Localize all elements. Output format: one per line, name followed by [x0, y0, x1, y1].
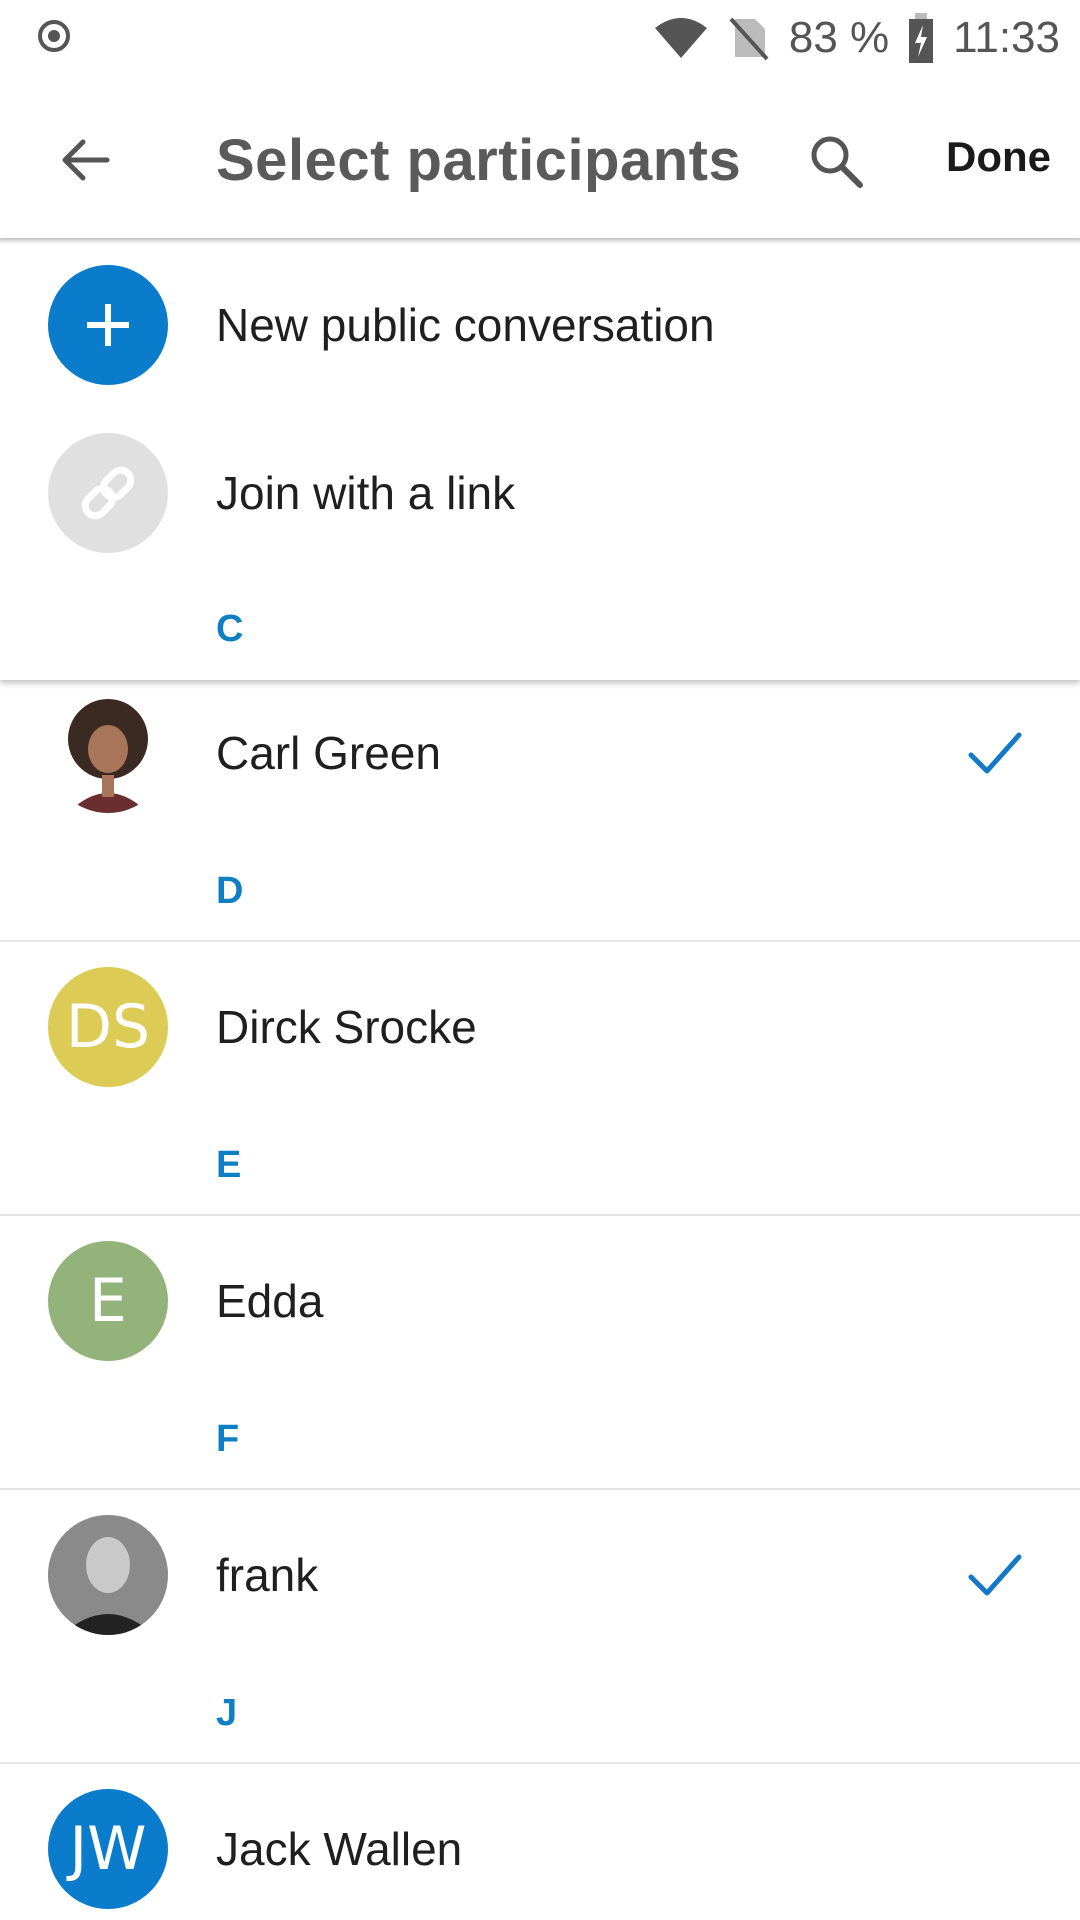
contact-name: Dirck Srocke: [216, 1001, 477, 1053]
row-label: New public conversation: [216, 299, 715, 351]
contact-row[interactable]: DS Dirck Srocke: [0, 957, 1080, 1097]
clock: 11:33: [953, 13, 1060, 62]
battery-percent: 83 %: [788, 13, 890, 62]
avatar: E: [48, 1241, 168, 1361]
contact-row[interactable]: frank: [0, 1505, 1080, 1645]
contact-name: Edda: [216, 1275, 324, 1327]
no-sim-icon: [729, 17, 769, 61]
link-icon: [81, 466, 135, 520]
new-public-conversation-row[interactable]: New public conversation: [0, 255, 1080, 395]
status-bar: 83 % 11:33: [0, 0, 1080, 75]
section-header-d: D: [216, 870, 244, 912]
contact-name: Carl Green: [216, 727, 441, 779]
plus-avatar: [48, 265, 168, 385]
back-button[interactable]: [50, 125, 120, 195]
contact-row[interactable]: E Edda: [0, 1231, 1080, 1371]
contact-name: Jack Wallen: [216, 1823, 463, 1875]
record-icon: [38, 20, 70, 52]
section-header-c: C: [216, 608, 244, 650]
avatar-initials: E: [89, 1266, 127, 1336]
status-icons: 83 % 11:33: [635, 8, 1060, 68]
divider: [0, 1762, 1080, 1764]
divider: [0, 940, 1080, 942]
avatar: DS: [48, 967, 168, 1087]
plus-icon: [87, 304, 129, 346]
app-bar: Select participants Done: [0, 75, 1080, 240]
contact-row[interactable]: JW Jack Wallen: [0, 1779, 1080, 1919]
divider: [0, 1214, 1080, 1216]
section-header-j: J: [216, 1692, 238, 1734]
row-label: Join with a link: [216, 467, 516, 519]
divider: [0, 1488, 1080, 1490]
page-title: Select participants: [216, 128, 742, 193]
pinned-actions: New public conversation Join with a link…: [0, 240, 1080, 680]
search-icon: [811, 136, 863, 188]
contact-name: frank: [216, 1549, 319, 1601]
avatar-initials: JW: [69, 1814, 147, 1884]
section-header-f: F: [216, 1418, 240, 1460]
check-icon: [968, 1554, 1022, 1596]
app-bar-shadow: [0, 238, 1080, 244]
contact-row[interactable]: Carl Green: [0, 683, 1080, 823]
avatar: JW: [48, 1789, 168, 1909]
avatar: [48, 1515, 168, 1635]
search-button[interactable]: [800, 125, 872, 197]
section-header-e: E: [216, 1144, 242, 1186]
person-photo-icon: [48, 1515, 168, 1635]
arrow-back-icon: [62, 139, 110, 181]
wifi-icon: [654, 18, 707, 58]
done-button[interactable]: Done: [946, 133, 1051, 181]
link-avatar: [48, 433, 168, 553]
person-photo-icon: [68, 699, 148, 813]
check-icon: [968, 732, 1022, 774]
battery-charging-icon: [909, 13, 934, 63]
avatar-initials: DS: [65, 992, 151, 1062]
avatar: [48, 693, 168, 813]
join-with-link-row[interactable]: Join with a link: [0, 423, 1080, 563]
